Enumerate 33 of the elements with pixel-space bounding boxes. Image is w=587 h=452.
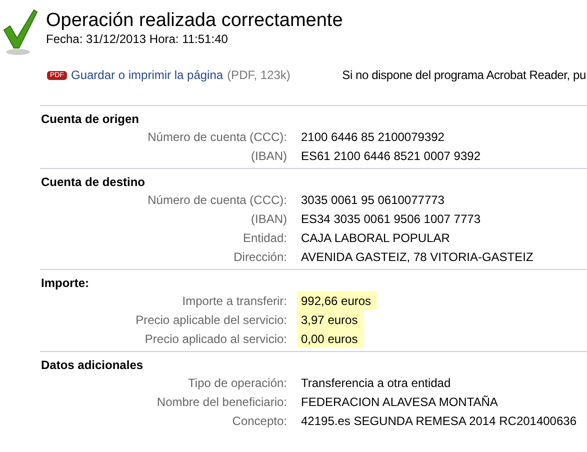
field-label: Entidad: [242, 230, 288, 247]
field-value: ES34 3035 0061 9506 1007 7773 [300, 211, 482, 228]
field-value: Transferencia a otra entidad [300, 375, 452, 392]
field-label: Número de cuenta (CCC): [146, 129, 288, 146]
field-label: (IBAN) [250, 211, 288, 228]
field-value: 992,66 euros [297, 291, 378, 310]
section-heading: Cuenta de origen [41, 111, 140, 127]
field-label: Número de cuenta (CCC): [146, 192, 288, 209]
field-label: Precio aplicado al servicio: [144, 331, 288, 348]
field-label: Tipo de operación: [187, 375, 288, 392]
field-value: 0,00 euros [297, 329, 364, 348]
section-heading: Importe: [41, 275, 90, 291]
field-label: (IBAN) [250, 148, 288, 165]
section-heading: Datos adicionales [41, 357, 144, 373]
field-value: 42195.es SEGUNDA REMESA 2014 RC201400636 [300, 413, 578, 430]
field-label: Precio aplicable del servicio: [134, 312, 288, 329]
field-value: 3035 0061 95 0610077773 [300, 192, 446, 209]
section-heading: Cuenta de destino [41, 174, 146, 190]
field-value: AVENIDA GASTEIZ, 78 VITORIA-GASTEIZ [300, 249, 534, 266]
save-print-link[interactable]: Guardar o imprimir la página [71, 66, 224, 84]
field-label: Nombre del beneficiario: [156, 394, 288, 411]
page-title: Operación realizada correctamente [46, 10, 343, 32]
field-value: CAJA LABORAL POPULAR [300, 230, 451, 247]
file-info: (PDF, 123k) [227, 67, 290, 84]
field-label: Dirección: [232, 249, 288, 266]
acrobat-note: Si no dispone del programa Acrobat Reader, pu [342, 67, 586, 84]
field-value: FEDERACION ALAVESA MONTAÑA [300, 394, 499, 411]
field-value: 3,97 euros [297, 310, 364, 329]
field-label: Importe a transferir: [181, 293, 288, 310]
field-value: 2100 6446 85 2100079392 [300, 129, 446, 146]
field-label: Concepto: [231, 413, 288, 430]
timestamp: Fecha: 31/12/2013 Hora: 11:51:40 [46, 32, 229, 46]
field-value: ES61 2100 6446 8521 0007 9392 [300, 148, 482, 165]
